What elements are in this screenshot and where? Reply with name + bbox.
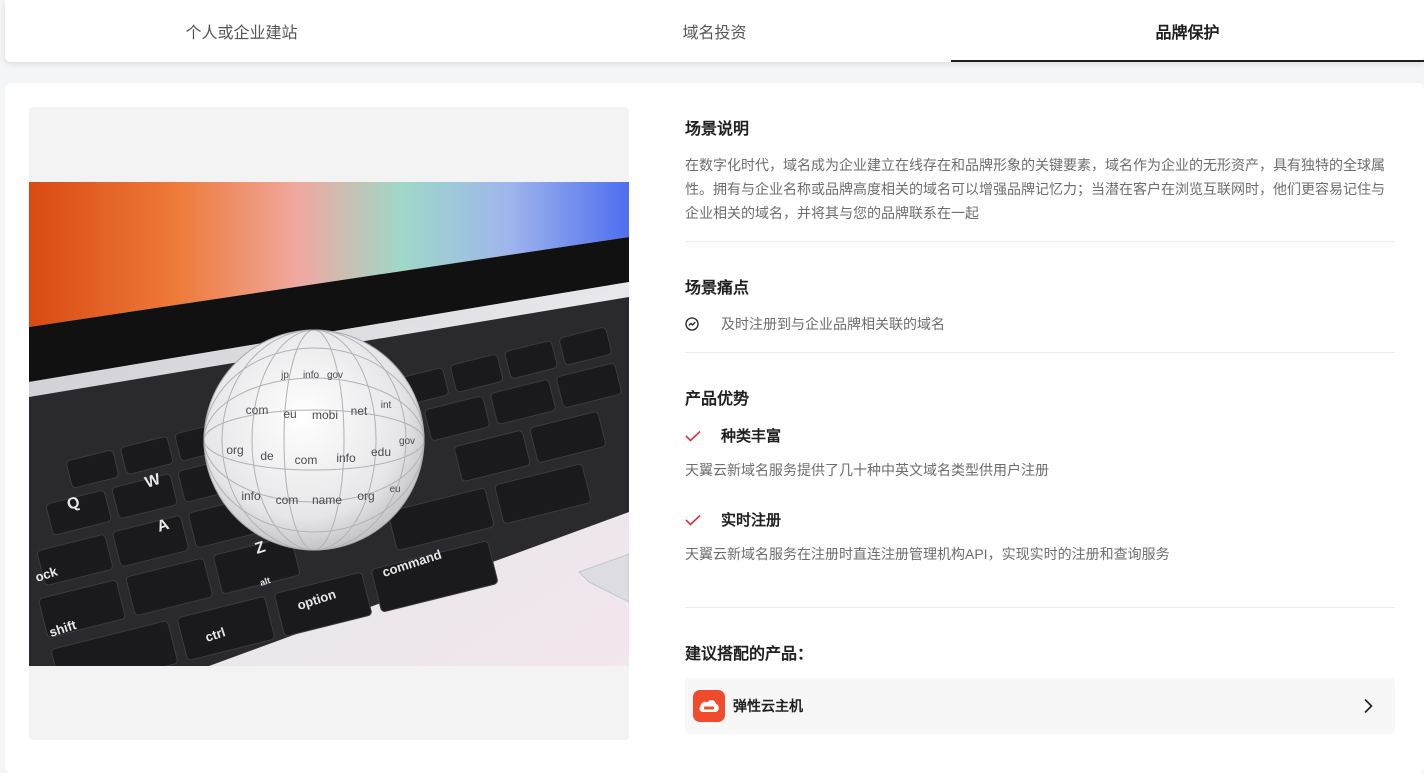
globe-word: name bbox=[312, 493, 342, 507]
globe-word: int bbox=[381, 400, 392, 411]
globe-word: info bbox=[303, 370, 320, 381]
globe-word: org bbox=[226, 443, 243, 457]
check-icon bbox=[685, 514, 701, 526]
tab-domain-investment[interactable]: 域名投资 bbox=[478, 0, 951, 62]
advantage-item: 种类丰富 bbox=[685, 425, 781, 446]
scenario-title: 场景说明 bbox=[685, 121, 750, 138]
advantage-title: 实时注册 bbox=[721, 512, 782, 529]
globe-word: com bbox=[295, 453, 318, 467]
globe-word: gov bbox=[327, 370, 343, 381]
globe-word: net bbox=[351, 404, 368, 418]
recommended-product-card[interactable]: 弹性云主机 bbox=[685, 678, 1395, 734]
globe-word: com bbox=[276, 493, 299, 507]
globe-word: jp bbox=[280, 370, 289, 381]
globe-word: mobi bbox=[312, 408, 338, 422]
advantage-title: 种类丰富 bbox=[721, 428, 782, 445]
scenario-card: ock shift ctrl option alt command A Z Q … bbox=[5, 83, 1424, 773]
globe-word: gov bbox=[399, 436, 415, 447]
globe-word: edu bbox=[371, 445, 391, 459]
recommended-title: 建议搭配的产品： bbox=[685, 646, 814, 663]
globe-word: com bbox=[246, 403, 269, 417]
tab-brand-protection[interactable]: 品牌保护 bbox=[951, 0, 1424, 62]
pain-point-text: 及时注册到与企业品牌相关联的域名 bbox=[721, 316, 945, 332]
tab-bar: 个人或企业建站 域名投资 品牌保护 bbox=[5, 0, 1424, 62]
globe-word: org bbox=[357, 489, 374, 503]
divider bbox=[685, 241, 1395, 242]
globe-word: de bbox=[260, 449, 274, 463]
globe-word: info bbox=[336, 451, 356, 465]
chevron-right-icon[interactable] bbox=[1363, 698, 1373, 714]
product-name: 弹性云主机 bbox=[733, 698, 803, 714]
check-icon bbox=[685, 430, 701, 442]
keyboard-globe-illustration: ock shift ctrl option alt command A Z Q … bbox=[29, 182, 629, 666]
globe-word: info bbox=[241, 489, 261, 503]
pain-point-item: 及时注册到与企业品牌相关联的域名 bbox=[685, 314, 945, 334]
globe-word: eu bbox=[389, 484, 400, 495]
trend-circle-icon bbox=[685, 317, 699, 331]
advantages-title: 产品优势 bbox=[685, 391, 750, 408]
scenario-description: 在数字化时代，域名成为企业建立在线存在和品牌形象的关键要素，域名作为企业的无形资… bbox=[685, 157, 1385, 221]
pain-points-title: 场景痛点 bbox=[685, 280, 750, 297]
domain-globe: com eu mobi net org de com info edu gov … bbox=[203, 329, 425, 551]
cloud-server-icon bbox=[693, 690, 725, 722]
advantage-item: 实时注册 bbox=[685, 509, 781, 530]
advantage-description: 天翼云新域名服务在注册时直连注册管理机构API，实现实时的注册和查询服务 bbox=[685, 546, 1170, 562]
advantage-description: 天翼云新域名服务提供了几十种中英文域名类型供用户注册 bbox=[685, 462, 1049, 478]
image-panel: ock shift ctrl option alt command A Z Q … bbox=[29, 107, 629, 740]
divider bbox=[685, 352, 1395, 353]
divider bbox=[685, 607, 1395, 608]
globe-word: eu bbox=[283, 407, 296, 421]
tab-site-building[interactable]: 个人或企业建站 bbox=[5, 0, 478, 62]
